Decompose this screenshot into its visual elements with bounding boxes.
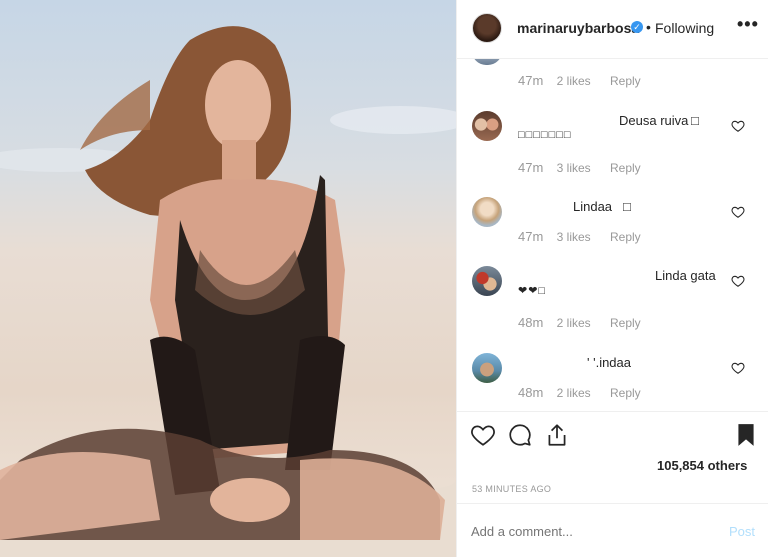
header-separator: • (646, 19, 651, 35)
comment-likes[interactable]: 2 likes (557, 386, 591, 400)
comment-meta: 47m 3 likes Reply (518, 160, 641, 175)
reply-button[interactable]: Reply (610, 386, 641, 400)
reply-button[interactable]: Reply (610, 161, 641, 175)
reply-button[interactable]: Reply (610, 316, 641, 330)
bookmark-saved-icon[interactable] (733, 422, 759, 448)
following-button[interactable]: Following (655, 20, 714, 36)
heart-icon[interactable] (731, 274, 745, 288)
comment-meta: 48m 2 likes Reply (518, 315, 641, 330)
like-heart-icon[interactable] (470, 422, 496, 448)
post-comment-button[interactable]: Post (729, 524, 755, 539)
verified-badge-icon: ✓ (631, 21, 643, 33)
share-icon[interactable] (544, 422, 570, 448)
comment-time[interactable]: 48m (518, 385, 543, 400)
more-options-icon[interactable]: ••• (737, 14, 759, 35)
comment-text: □ (623, 199, 631, 214)
comment-meta: 47m 3 likes Reply (518, 229, 641, 244)
add-comment-input[interactable] (471, 524, 711, 539)
comment-time[interactable]: 47m (518, 73, 543, 88)
comments-list[interactable]: 47m 2 likes Reply Deusa ruiva □ □□□□□□□ … (457, 59, 768, 411)
comment-meta: 47m 2 likes Reply (518, 73, 641, 88)
heart-icon[interactable] (731, 119, 745, 133)
like-count[interactable]: 105,854 others (657, 458, 747, 473)
photo-illustration (0, 26, 456, 557)
heart-icon[interactable] (731, 361, 745, 375)
add-comment-bar: Post (457, 503, 768, 557)
post-header: marinaruybarbosa ✓ • Following ••• (457, 0, 768, 59)
post-side-panel: marinaruybarbosa ✓ • Following ••• 47m 2… (456, 0, 768, 557)
comment-text-line2: ❤❤□ (518, 285, 547, 297)
post-actions: 105,854 others 53 MINUTES AGO (457, 411, 768, 503)
comment-text-line2: □□□□□□□ (518, 129, 572, 141)
author-avatar[interactable] (472, 13, 502, 43)
comment-avatar[interactable] (472, 353, 502, 383)
author-username[interactable]: marinaruybarbosa (517, 20, 639, 36)
post-timestamp[interactable]: 53 MINUTES AGO (472, 484, 551, 494)
post-photo[interactable] (0, 0, 456, 557)
comment-time[interactable]: 47m (518, 229, 543, 244)
comment-author[interactable]: Deusa ruiva (619, 113, 688, 128)
comment-likes[interactable]: 2 likes (557, 74, 591, 88)
comment-author[interactable]: ' '.indaa (587, 355, 631, 370)
comment-avatar[interactable] (472, 197, 502, 227)
comment-avatar[interactable] (472, 111, 502, 141)
comment-author[interactable]: Linda gata (655, 268, 716, 283)
reply-button[interactable]: Reply (610, 74, 641, 88)
heart-icon[interactable] (731, 205, 745, 219)
comment-avatar[interactable] (472, 266, 502, 296)
comment-meta: 48m 2 likes Reply (518, 385, 641, 400)
comment-likes[interactable]: 2 likes (557, 316, 591, 330)
comment-bubble-icon[interactable] (507, 422, 533, 448)
comment-time[interactable]: 47m (518, 160, 543, 175)
comment-text: □ (691, 113, 699, 128)
comment-time[interactable]: 48m (518, 315, 543, 330)
comment-author[interactable]: Lindaa (573, 199, 612, 214)
reply-button[interactable]: Reply (610, 230, 641, 244)
comment-avatar[interactable] (472, 59, 502, 65)
comment-likes[interactable]: 3 likes (557, 230, 591, 244)
comment-likes[interactable]: 3 likes (557, 161, 591, 175)
